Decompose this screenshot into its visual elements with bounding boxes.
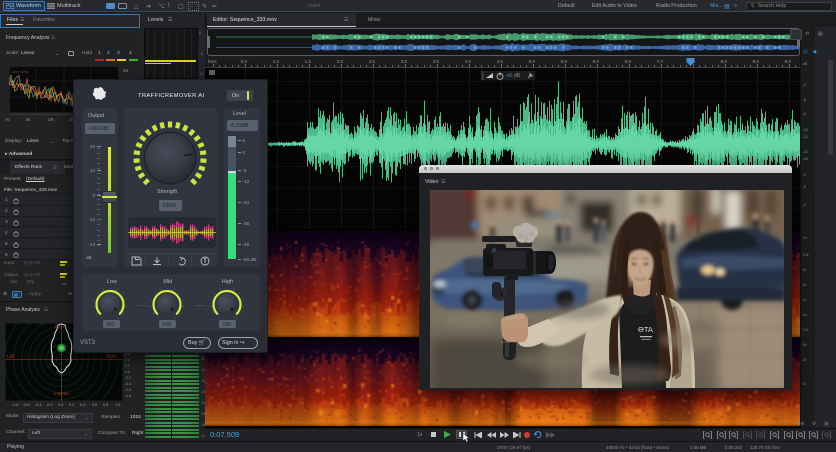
svg-text:Left: Left — [7, 354, 15, 359]
svg-text:Mono: Mono — [55, 325, 67, 330]
svg-text:Right: Right — [106, 354, 117, 359]
svg-text:Inverse: Inverse — [54, 391, 69, 396]
